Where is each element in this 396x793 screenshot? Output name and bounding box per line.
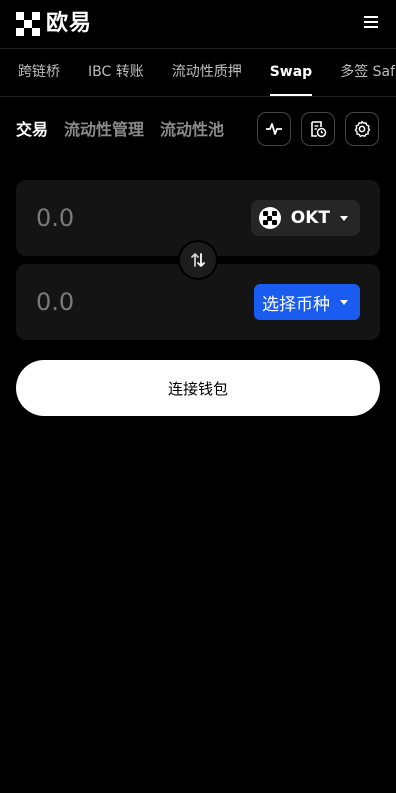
- nav-item-ibc-transfer[interactable]: IBC 转账: [88, 49, 144, 96]
- activity-icon: [266, 123, 282, 135]
- nav-item-liquid-staking[interactable]: 流动性质押: [172, 49, 242, 96]
- connect-wallet-button[interactable]: 连接钱包: [16, 360, 380, 416]
- caret-down-icon: [340, 215, 348, 221]
- tab-liquidity-pools[interactable]: 流动性池: [160, 113, 224, 147]
- select-token-label: 选择币种: [262, 294, 330, 315]
- history-icon: [311, 121, 327, 138]
- chart-button[interactable]: [257, 112, 291, 146]
- okt-token-icon: [258, 207, 281, 229]
- swap-direction-button[interactable]: [178, 240, 218, 280]
- swap-sub-tabs: 交易 流动性管理 流动性池: [16, 113, 240, 147]
- top-bar: 欧易: [0, 0, 396, 48]
- gear-icon: [354, 120, 371, 138]
- menu-icon[interactable]: [364, 16, 378, 30]
- logo[interactable]: 欧易: [16, 11, 92, 37]
- swap-arrows-icon: [191, 253, 205, 267]
- from-amount-input[interactable]: 0.0: [36, 204, 74, 232]
- to-amount-input[interactable]: 0.0: [36, 288, 74, 316]
- nav-item-bridge[interactable]: 跨链桥: [18, 49, 60, 96]
- product-nav: 跨链桥 IBC 转账 流动性质押 Swap 多签 Safe: [0, 48, 396, 97]
- tab-trade[interactable]: 交易: [16, 113, 48, 147]
- tab-liquidity-management[interactable]: 流动性管理: [64, 113, 144, 147]
- caret-down-icon: [340, 299, 348, 305]
- from-token-symbol: OKT: [290, 208, 330, 228]
- history-button[interactable]: [301, 112, 335, 146]
- settings-button[interactable]: [345, 112, 379, 146]
- from-token-select[interactable]: OKT: [250, 200, 360, 236]
- nav-item-swap[interactable]: Swap: [269, 49, 312, 96]
- nav-item-multisig-safe[interactable]: 多签 Safe: [340, 49, 396, 96]
- okx-logo-icon: [16, 12, 40, 36]
- brand-name: 欧易: [46, 11, 93, 36]
- select-token-button[interactable]: 选择币种: [254, 284, 360, 320]
